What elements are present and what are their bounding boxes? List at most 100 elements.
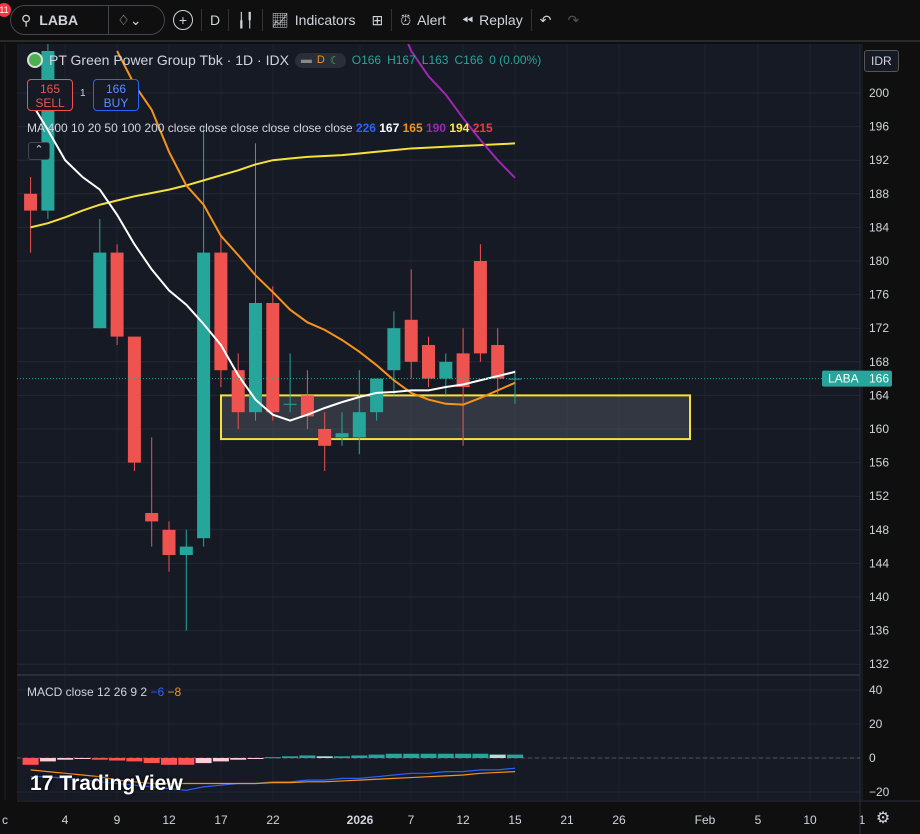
time-tick-label: 7 <box>408 813 415 827</box>
support-zone-box <box>220 394 691 441</box>
alarm-clock-icon: ⏰︎ <box>400 11 412 28</box>
time-tick-label: 15 <box>508 813 522 827</box>
add-symbol-button[interactable]: + <box>165 5 201 35</box>
macd-histogram-bar <box>39 758 56 762</box>
chart-type-button[interactable]: ╽╿ <box>229 5 262 35</box>
macd-histogram-bar <box>299 755 316 758</box>
candle-body <box>197 252 211 539</box>
macd-legend[interactable]: MACD close 12 26 9 2 −6 −8 <box>27 685 181 699</box>
replay-button[interactable]: ⏪︎ Replay <box>454 5 531 35</box>
time-tick-label: c <box>2 813 8 827</box>
macd-hist-value: 2 <box>140 685 148 699</box>
price-tick-label: 180 <box>869 254 889 268</box>
price-tick-label: 192 <box>869 153 889 167</box>
candle-body <box>422 345 435 379</box>
macd-value: −6 <box>150 685 165 699</box>
redo-button[interactable]: ↷ <box>559 5 587 35</box>
status-d: D <box>316 53 325 66</box>
price-tick-label: 156 <box>869 456 889 470</box>
sell-button[interactable]: 165 SELL <box>27 79 73 111</box>
candles-icon: ╽╿ <box>237 11 254 28</box>
buy-label: BUY <box>103 96 129 110</box>
search-icon: ⚲ <box>21 11 32 28</box>
tradingview-watermark: 17 TradingView <box>30 772 183 796</box>
price-tick-label: 168 <box>869 355 889 369</box>
macd-tick-label: −20 <box>869 785 890 799</box>
settings-gear-icon[interactable]: ⚙ <box>869 808 897 830</box>
macd-histogram-bar <box>109 758 126 761</box>
currency-button[interactable]: IDR <box>864 50 899 72</box>
time-tick-label: 4 <box>62 813 69 827</box>
alert-label: Alert <box>417 12 446 28</box>
sell-price: 165 <box>39 82 61 96</box>
time-tick-label: 26 <box>612 813 626 827</box>
macd-histogram-bar <box>212 758 229 762</box>
compare-dropdown-icon[interactable]: ♢⌄ <box>117 12 141 29</box>
candle-body <box>110 252 124 337</box>
candle-body <box>127 336 141 463</box>
candle-body <box>352 412 366 438</box>
macd-histogram-bar <box>420 753 437 758</box>
ma-label: MA 400 10 20 50 100 200 close close clos… <box>27 121 353 135</box>
interval-button[interactable]: D <box>202 5 228 35</box>
buy-button[interactable]: 166 BUY <box>93 79 139 111</box>
plus-circle-icon: + <box>173 10 193 30</box>
notification-badge[interactable]: 11 <box>0 3 11 17</box>
alert-button[interactable]: ⏰︎ Alert <box>392 5 454 35</box>
indicators-label: Indicators <box>294 12 356 28</box>
candle-body <box>179 546 193 555</box>
macd-label: MACD close 12 26 9 <box>27 685 138 699</box>
moon-icon: ☾ <box>329 54 340 67</box>
macd-tick-label: 0 <box>869 751 876 765</box>
candle-body <box>456 353 470 387</box>
time-tick-label: 2026 <box>347 813 374 827</box>
undo-button[interactable]: ↶ <box>532 5 560 35</box>
time-tick-label: 5 <box>755 813 762 827</box>
symbol-title[interactable]: PT Green Power Group Tbk · 1D · IDX <box>49 52 289 68</box>
ma-value: 226 <box>355 121 380 135</box>
candle-body <box>439 361 453 379</box>
last-price-symbol: LABA <box>828 372 859 386</box>
candle-body <box>162 529 176 555</box>
ohlc-high: H167 <box>387 53 416 67</box>
top-toolbar: 11 ⚲ LABA ♢⌄ + D ╽╿ 📈︎ Indicators ⊞ ⏰︎ Ale… <box>0 0 920 42</box>
chart-canvas[interactable]: 2001961921881841801761721681641601561521… <box>0 44 920 834</box>
macd-histogram-bar <box>178 758 195 765</box>
candle-body <box>491 345 505 379</box>
collapse-legend-button[interactable]: ⌃ <box>28 142 50 160</box>
macd-histogram-bar <box>472 753 489 758</box>
sell-label: SELL <box>35 96 65 110</box>
layouts-button[interactable]: ⊞ <box>363 5 391 35</box>
symbol-search[interactable]: ⚲ LABA ♢⌄ <box>10 5 165 35</box>
undo-icon: ↶ <box>539 11 552 28</box>
time-tick-label: 12 <box>456 813 470 827</box>
ma-legend[interactable]: MA 400 10 20 50 100 200 close close clos… <box>27 121 493 135</box>
macd-histogram-bar <box>57 758 74 760</box>
order-qty[interactable]: 1 <box>80 88 86 99</box>
time-tick-label: Feb <box>695 813 716 827</box>
price-tick-label: 184 <box>869 220 889 234</box>
ohlc-close: C166 <box>454 53 484 67</box>
symbol-input[interactable]: LABA <box>39 6 110 34</box>
macd-histogram-bar <box>282 756 299 758</box>
price-tick-label: 152 <box>869 489 889 503</box>
price-tick-label: 164 <box>869 388 889 402</box>
candle-body <box>93 252 107 329</box>
grid-icon: ⊞ <box>371 11 384 28</box>
macd-histogram-bar <box>507 754 523 758</box>
time-tick-label: 9 <box>114 813 121 827</box>
rewind-icon: ⏪︎ <box>461 11 474 28</box>
left-toolbar-strip <box>0 44 17 834</box>
indicators-button[interactable]: 📈︎ Indicators <box>263 5 363 35</box>
tradingview-logo-icon: 17 <box>30 772 54 795</box>
redo-icon: ↷ <box>567 11 580 28</box>
time-tick-label: 21 <box>560 813 574 827</box>
ohlc-change: 0 (0.00%) <box>489 53 542 67</box>
macd-histogram-bar <box>91 758 108 760</box>
time-tick-label: 12 <box>162 813 176 827</box>
macd-histogram-bar <box>230 758 247 760</box>
ohlc-low: L163 <box>421 53 449 67</box>
time-tick-label: 17 <box>214 813 228 827</box>
symbol-legend: PT Green Power Group Tbk · 1D · IDX ▬ D ☾ … <box>27 52 541 68</box>
ma-value: 190 <box>425 121 450 135</box>
